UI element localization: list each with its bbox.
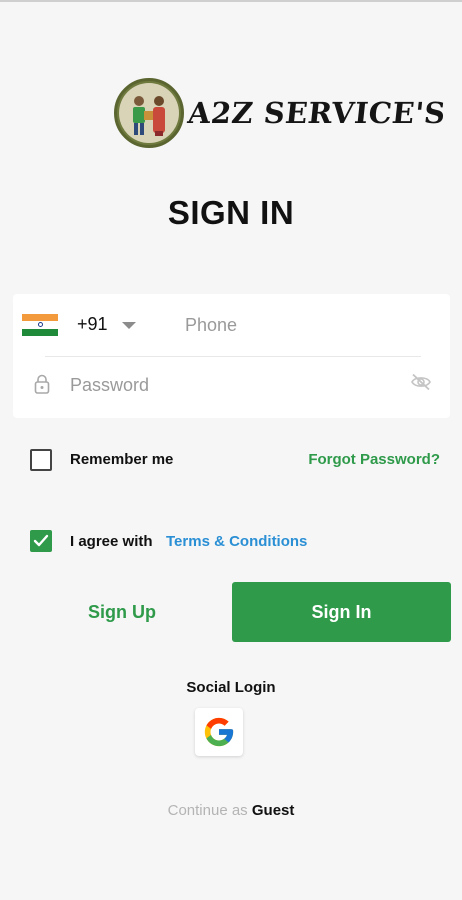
app-logo: A2Z SERVICE'S — [114, 78, 448, 148]
remember-me-label[interactable]: Remember me — [70, 451, 173, 468]
checkmark-icon — [33, 534, 49, 547]
lock-icon — [34, 374, 50, 394]
agree-label: I agree with — [70, 533, 153, 550]
terms-conditions-link[interactable]: Terms & Conditions — [166, 533, 307, 550]
logo-badge-image — [114, 78, 184, 148]
eye-off-icon[interactable] — [410, 373, 432, 391]
guest-link[interactable]: Guest — [252, 802, 295, 819]
delivery-people-icon — [119, 83, 179, 143]
sign-up-button[interactable]: Sign Up — [56, 590, 188, 634]
phone-input[interactable] — [185, 310, 435, 340]
logo-text: A2Z SERVICE'S — [186, 96, 448, 130]
phone-row: +91 — [13, 294, 450, 356]
guest-prefix: Continue as — [167, 802, 248, 819]
social-login-label: Social Login — [186, 679, 276, 696]
password-row — [13, 357, 450, 418]
password-input[interactable] — [70, 370, 390, 400]
agree-terms-checkbox[interactable] — [30, 530, 52, 552]
forgot-password-link[interactable]: Forgot Password? — [308, 451, 440, 468]
continue-as-guest: Continue as Guest — [0, 802, 462, 819]
country-code[interactable]: +91 — [77, 314, 108, 335]
google-login-button[interactable] — [195, 708, 243, 756]
chevron-down-icon[interactable] — [122, 322, 136, 329]
login-form-card: +91 — [13, 294, 450, 418]
sign-in-button[interactable]: Sign In — [232, 582, 451, 642]
india-flag-icon[interactable] — [22, 314, 58, 336]
page-title: SIGN IN — [167, 194, 295, 231]
remember-me-checkbox[interactable] — [30, 449, 52, 471]
top-divider — [0, 0, 462, 2]
google-icon — [204, 717, 234, 747]
